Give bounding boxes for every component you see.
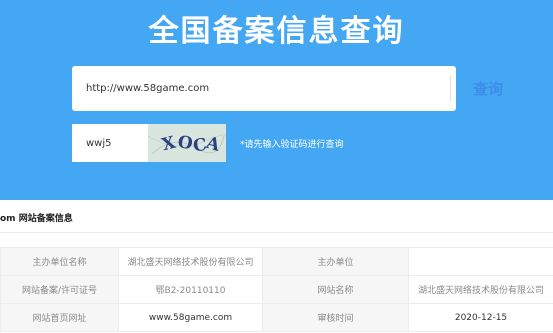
label-sponsor: 主办单位 bbox=[262, 247, 409, 276]
captcha-char: X bbox=[160, 133, 178, 156]
query-button[interactable]: 查询 bbox=[450, 66, 526, 111]
page-title: 全国备案信息查询 bbox=[148, 14, 405, 49]
captcha-input[interactable] bbox=[72, 124, 148, 162]
captcha-box: X O C A bbox=[72, 124, 226, 162]
value-license-number: 鄂B2-20110110 bbox=[118, 275, 263, 304]
label-site-name: 网站名称 bbox=[262, 275, 409, 304]
table-row: 网站首页网址 www.58game.com 审核时间 2020-12-15 bbox=[0, 303, 553, 332]
label-sponsor-name: 主办单位名称 bbox=[0, 247, 119, 276]
label-homepage-url: 网站首页网址 bbox=[0, 303, 119, 332]
table-row: 主办单位名称 湖北盛天网络技术股份有限公司 主办单位 bbox=[0, 247, 553, 276]
section-divider bbox=[0, 232, 553, 233]
value-sponsor bbox=[408, 247, 553, 276]
captcha-char: O bbox=[176, 132, 194, 154]
value-site-name: 湖北盛天网络技术股份有限公司 bbox=[408, 275, 553, 304]
search-box: 查询 bbox=[72, 66, 503, 111]
captcha-noise: X O C A bbox=[148, 132, 226, 157]
record-info-table: 主办单位名称 湖北盛天网络技术股份有限公司 主办单位 网站备案/许可证号 鄂B2… bbox=[0, 247, 553, 332]
label-license-number: 网站备案/许可证号 bbox=[0, 275, 119, 304]
record-section-title: om 网站备案信息 bbox=[0, 214, 73, 224]
captcha-image[interactable]: X O C A bbox=[148, 124, 226, 162]
label-review-date: 审核时间 bbox=[262, 303, 409, 332]
search-banner: 全国备案信息查询 查询 X O C A *请先输入验证码进行查询 bbox=[0, 0, 553, 200]
value-sponsor-name: 湖北盛天网络技术股份有限公司 bbox=[118, 247, 263, 276]
captcha-hint: *请先输入验证码进行查询 bbox=[240, 140, 344, 150]
domain-search-input[interactable] bbox=[72, 66, 378, 111]
value-homepage-url: www.58game.com bbox=[118, 303, 263, 332]
captcha-char: A bbox=[203, 133, 223, 156]
value-review-date: 2020-12-15 bbox=[408, 303, 553, 332]
table-row: 网站备案/许可证号 鄂B2-20110110 网站名称 湖北盛天网络技术股份有限… bbox=[0, 275, 553, 304]
